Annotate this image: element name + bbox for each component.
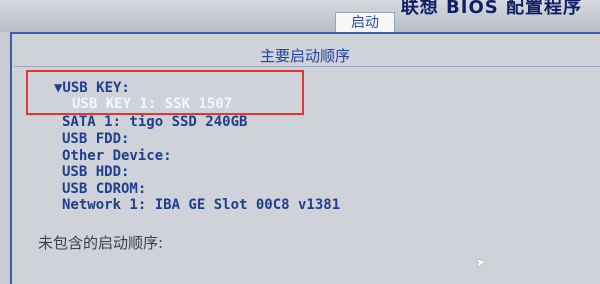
boot-item-network-1[interactable]: Network 1: IBA GE Slot 00C8 v1381 bbox=[62, 197, 340, 213]
bios-title: 联想 BIOS 配置程序 bbox=[400, 0, 582, 18]
section-divider bbox=[14, 66, 600, 67]
excluded-boot-order-title: 未包含的启动顺序: bbox=[38, 234, 164, 252]
boot-item-usb-fdd[interactable]: USB FDD: bbox=[62, 131, 129, 147]
boot-item-sata-1[interactable]: SATA 1: tigo SSD 240GB bbox=[62, 114, 247, 130]
section-title: 主要启动顺序 bbox=[260, 47, 351, 65]
boot-item-usb-hdd[interactable]: USB HDD: bbox=[62, 164, 129, 180]
boot-item-usb-cdrom[interactable]: USB CDROM: bbox=[62, 181, 146, 197]
boot-item-other-device[interactable]: Other Device: bbox=[62, 148, 172, 164]
bios-top-bar: 联想 BIOS 配置程序 启动 bbox=[0, 0, 600, 33]
tab-boot[interactable]: 启动 bbox=[335, 12, 395, 33]
red-highlight-box bbox=[26, 70, 304, 115]
